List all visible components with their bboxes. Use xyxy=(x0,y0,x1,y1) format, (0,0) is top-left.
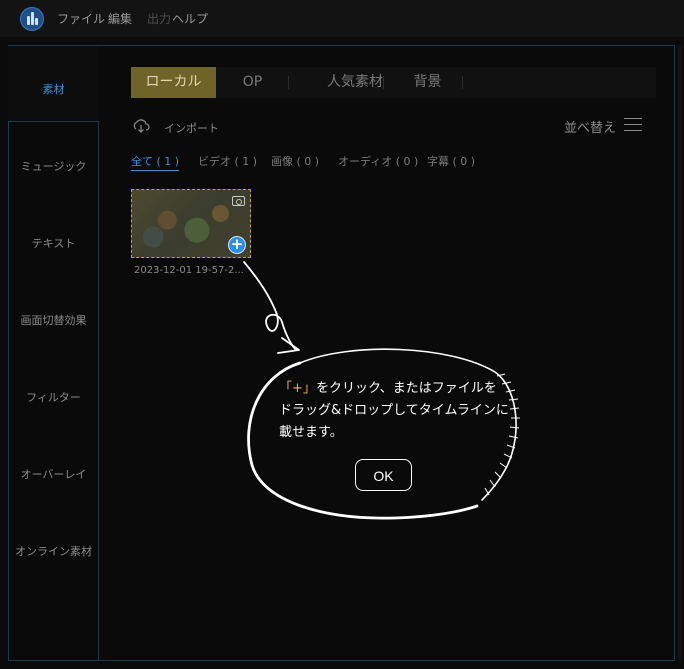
tooltip-line-1: 「+」をクリック、またはファイルを xyxy=(279,378,509,400)
tooltip-line-2: ドラッグ&ドロップしてタイムラインに xyxy=(279,403,509,418)
quote-open: 「 xyxy=(279,381,293,396)
tooltip-bubble-drawing xyxy=(243,261,520,520)
quote-close: 」 xyxy=(302,381,316,396)
plus-symbol: + xyxy=(292,381,303,396)
tooltip-line-1-text: をクリック、またはファイルを xyxy=(315,381,497,396)
tooltip-line-3: 載せます。 xyxy=(279,425,343,440)
tooltip-message: 「+」をクリック、またはファイルを ドラッグ&ドロップしてタイムラインに 載せま… xyxy=(279,378,509,444)
ok-button[interactable]: OK xyxy=(355,459,412,491)
